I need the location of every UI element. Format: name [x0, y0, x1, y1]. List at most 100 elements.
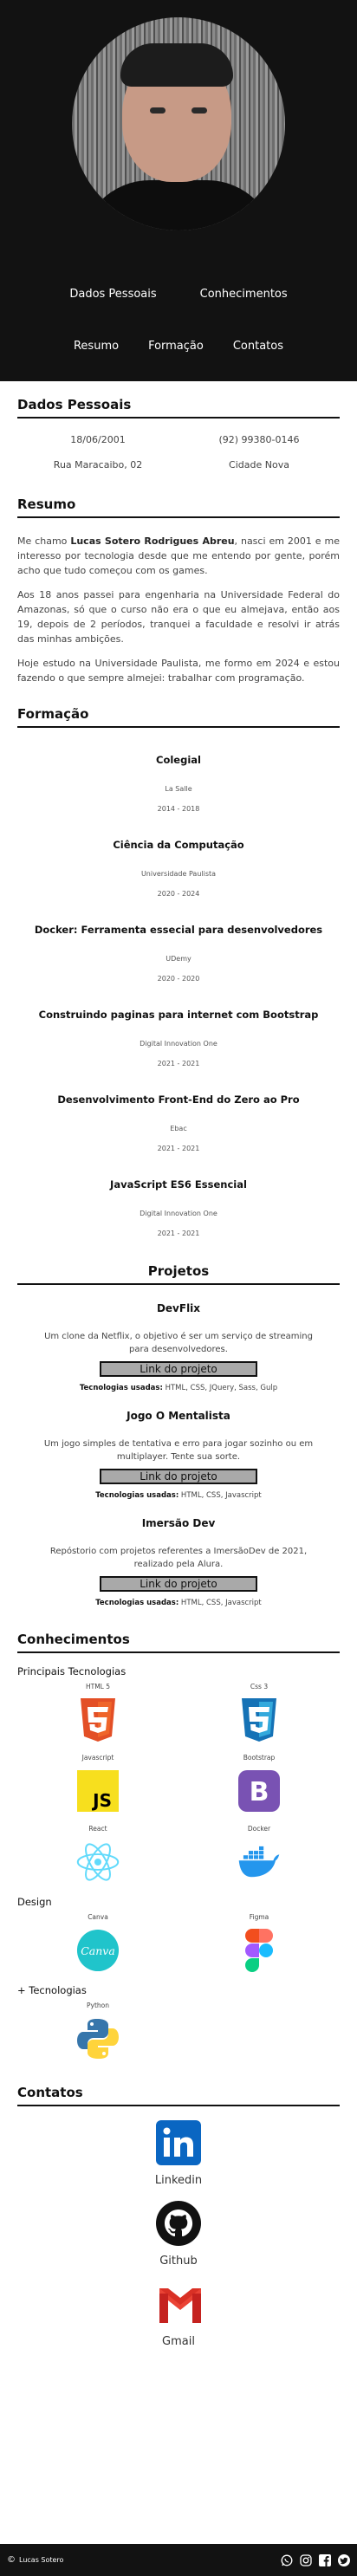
figma-icon — [237, 1929, 281, 1972]
section-title: Resumo — [17, 496, 340, 518]
project-item: DevFlix Um clone da Netflix, o objetivo … — [0, 1302, 357, 1392]
instagram-icon[interactable] — [300, 2553, 312, 2566]
section-title: Dados Pessoais — [17, 397, 340, 419]
react-icon — [76, 1840, 120, 1884]
gmail-icon — [156, 2281, 201, 2326]
section-title: Conhecimentos — [17, 1632, 340, 1653]
nav-link-contatos[interactable]: Contatos — [233, 340, 283, 353]
avatar — [72, 17, 285, 230]
subheading-mais-tecnologias: + Tecnologias — [17, 1984, 87, 1996]
footer: © Lucas Sotero — [0, 2544, 357, 2576]
project-description: Um clone da Netflix, o objetivo é ser um… — [44, 1332, 313, 1354]
project-item: Jogo O Mentalista Um jogo simples de ten… — [0, 1410, 357, 1500]
course-item: Docker: Ferramenta essecial para desenvo… — [0, 924, 357, 983]
course-institution: La Salle — [165, 785, 192, 793]
tech-name: Docker — [247, 1825, 271, 1833]
city: Cidade Nova — [229, 459, 289, 470]
course-name: Colegial — [156, 754, 201, 766]
contact-linkedin[interactable]: Linkedin — [0, 2120, 357, 2187]
html5-icon — [76, 1698, 120, 1742]
course-institution: Ebac — [170, 1125, 187, 1132]
project-tech: Tecnologias usadas: HTML, CSS, Javascrip… — [95, 1599, 262, 1607]
street-address: Rua Maracaibo, 02 — [53, 459, 143, 470]
tech-item: Javascript JS — [17, 1754, 178, 1813]
contact-github[interactable]: Github — [0, 2201, 357, 2268]
nav-link-formacao[interactable]: Formação — [148, 340, 204, 353]
python-icon — [76, 2017, 120, 2060]
course-name: Ciência da Computação — [113, 839, 244, 851]
birth-date: 18/06/2001 — [70, 434, 126, 445]
tech-item: Bootstrap B — [178, 1754, 340, 1813]
project-description: Um jogo simples de tentativa e erro para… — [43, 1439, 314, 1462]
summary-paragraph: Aos 18 anos passei para engenharia na Un… — [17, 589, 340, 645]
course-list: Colegial La Salle 2014 - 2018 Ciência da… — [0, 754, 357, 1237]
nav-link-conhecimentos[interactable]: Conhecimentos — [200, 288, 288, 301]
course-institution: Digital Innovation One — [140, 1040, 217, 1048]
course-dates: 2021 - 2021 — [157, 1060, 200, 1067]
tech-item: HTML 5 — [17, 1683, 178, 1742]
tech-name: Canva — [88, 1913, 108, 1921]
header: Dados Pessoais Conhecimentos Resumo Form… — [0, 0, 357, 381]
tech-item: Figma — [178, 1913, 340, 1972]
tech-grid: HTML 5 Css 3 Javascript JS Bootstrap B R… — [17, 1683, 340, 1884]
personal-info: 18/06/2001 (92) 99380-0146 Rua Maracaibo… — [17, 434, 340, 470]
tech-item: Python — [17, 2002, 178, 2060]
more-tech-grid: Python — [17, 2002, 340, 2060]
course-item: Desenvolvimento Front-End do Zero ao Pro… — [0, 1093, 357, 1152]
javascript-icon: JS — [76, 1769, 120, 1813]
tech-name: Python — [87, 2002, 109, 2009]
page: Dados Pessoais Conhecimentos Resumo Form… — [0, 0, 357, 2576]
tech-item: Css 3 — [178, 1683, 340, 1742]
footer-brand[interactable]: © Lucas Sotero — [7, 2555, 63, 2565]
section-conhecimentos: Conhecimentos Principais Tecnologias HTM… — [0, 1632, 357, 2060]
section-formacao: Formação Colegial La Salle 2014 - 2018 C… — [0, 706, 357, 1237]
footer-socials — [281, 2553, 350, 2566]
nav-link-resumo[interactable]: Resumo — [74, 340, 119, 353]
summary-paragraph: Me chamo Lucas Sotero Rodrigues Abreu, n… — [17, 535, 340, 576]
course-item: Construindo paginas para internet com Bo… — [0, 1009, 357, 1067]
subheading-principais: Principais Tecnologias — [17, 1665, 127, 1677]
section-title: Formação — [17, 706, 340, 728]
project-description: Repóstorio com projetos referentes a Ime… — [49, 1547, 308, 1569]
project-tech: Tecnologias usadas: HTML, CSS, JQuery, S… — [79, 1384, 278, 1392]
course-item: JavaScript ES6 Essencial Digital Innovat… — [0, 1178, 357, 1237]
nav-link-dados-pessoais[interactable]: Dados Pessoais — [69, 288, 156, 301]
svg-text:B: B — [250, 1777, 269, 1807]
contact-gmail[interactable]: Gmail — [0, 2281, 357, 2348]
course-dates: 2020 - 2024 — [157, 890, 200, 898]
course-dates: 2014 - 2018 — [157, 805, 200, 813]
bootstrap-icon: B — [237, 1769, 281, 1813]
tech-item: Docker — [178, 1825, 340, 1884]
project-link-button[interactable]: Link do projeto — [100, 1469, 257, 1484]
section-title: Contatos — [17, 2085, 340, 2106]
twitter-icon[interactable] — [338, 2553, 350, 2566]
linkedin-icon — [156, 2120, 201, 2165]
tech-item: Canva Canva — [17, 1913, 178, 1972]
project-tech: Tecnologias usadas: HTML, CSS, Javascrip… — [95, 1491, 262, 1500]
nav-top: Dados Pessoais Conhecimentos — [0, 288, 357, 301]
course-name: JavaScript ES6 Essencial — [110, 1178, 247, 1191]
tech-name: React — [88, 1825, 107, 1833]
design-grid: Canva Canva Figma — [17, 1913, 340, 1972]
section-projetos: Projetos DevFlix Um clone da Netflix, o … — [0, 1263, 357, 1607]
canva-icon: Canva — [76, 1929, 120, 1972]
svg-text:Canva: Canva — [81, 1944, 115, 1957]
facebook-icon[interactable] — [319, 2553, 331, 2566]
project-name: Jogo O Mentalista — [127, 1410, 230, 1422]
github-icon — [156, 2201, 201, 2246]
course-dates: 2020 - 2020 — [157, 975, 200, 983]
tech-name: Css 3 — [250, 1683, 269, 1690]
project-link-button[interactable]: Link do projeto — [100, 1361, 257, 1377]
whatsapp-icon[interactable] — [281, 2554, 293, 2566]
section-dados-pessoais: Dados Pessoais 18/06/2001 (92) 99380-014… — [0, 397, 357, 470]
css3-icon — [237, 1698, 281, 1742]
svg-text:JS: JS — [91, 1790, 112, 1811]
course-dates: 2021 - 2021 — [157, 1145, 200, 1152]
project-link-button[interactable]: Link do projeto — [100, 1576, 257, 1592]
project-item: Imersão Dev Repóstorio com projetos refe… — [0, 1517, 357, 1607]
section-contatos: Contatos Linkedin Github Gmail — [0, 2085, 357, 2348]
docker-icon — [237, 1840, 281, 1884]
course-name: Construindo paginas para internet com Bo… — [38, 1009, 319, 1021]
course-name: Docker: Ferramenta essecial para desenvo… — [34, 924, 323, 936]
tech-name: Bootstrap — [243, 1754, 276, 1762]
